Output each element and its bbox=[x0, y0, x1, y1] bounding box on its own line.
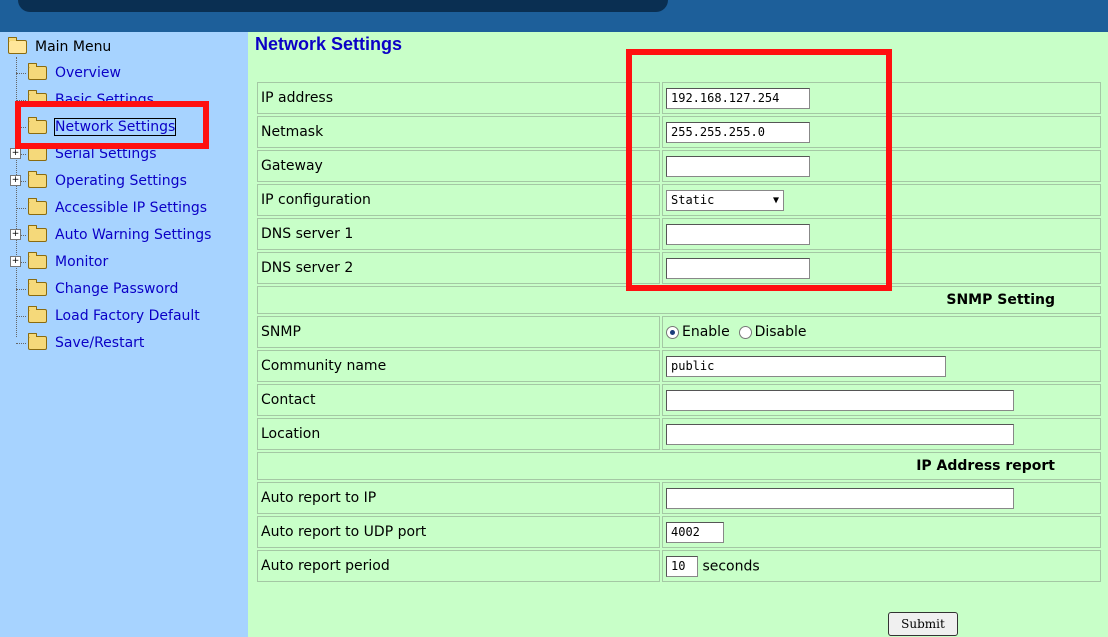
folder-icon bbox=[28, 144, 47, 161]
table-row: Auto report to UDP port bbox=[257, 516, 1101, 548]
ip-report-section-title: IP Address report bbox=[257, 452, 1101, 480]
community-input[interactable] bbox=[666, 355, 946, 377]
table-row: Community name bbox=[257, 350, 1101, 382]
gateway-input[interactable] bbox=[666, 155, 810, 177]
table-row: Gateway bbox=[257, 150, 1101, 182]
sidebar-item-accessible-ip[interactable]: Accessible IP Settings bbox=[16, 197, 207, 219]
folder-icon bbox=[28, 225, 47, 242]
table-row: Auto report to IP bbox=[257, 482, 1101, 514]
sidebar-item-save-restart[interactable]: Save/Restart bbox=[16, 332, 144, 354]
folder-icon bbox=[28, 333, 47, 350]
sidebar-item-operating-settings[interactable]: + Operating Settings bbox=[10, 170, 187, 192]
section-header: IP Address report bbox=[257, 452, 1101, 480]
radio-selected-icon bbox=[666, 325, 679, 339]
ip-config-select[interactable]: Static ▼ bbox=[666, 189, 784, 211]
banner-tab bbox=[18, 0, 668, 12]
snmp-enable-label: Enable bbox=[682, 324, 730, 340]
contact-label: Contact bbox=[257, 384, 660, 416]
sidebar-item-serial-settings[interactable]: + Serial Settings bbox=[10, 143, 157, 165]
snmp-disable-radio[interactable]: Disable bbox=[738, 324, 807, 340]
table-row: DNS server 2 bbox=[257, 252, 1101, 284]
settings-table: IP address Netmask Gateway IP configurat… bbox=[255, 80, 1103, 584]
gateway-label: Gateway bbox=[257, 150, 660, 182]
folder-icon bbox=[28, 279, 47, 296]
snmp-enable-radio[interactable]: Enable bbox=[666, 324, 730, 340]
auto-port-label: Auto report to UDP port bbox=[257, 516, 660, 548]
seconds-unit: seconds bbox=[702, 558, 760, 574]
location-label: Location bbox=[257, 418, 660, 450]
sidebar-item-auto-warning[interactable]: + Auto Warning Settings bbox=[10, 224, 211, 246]
netmask-label: Netmask bbox=[257, 116, 660, 148]
auto-period-label: Auto report period bbox=[257, 550, 660, 582]
table-row: Location bbox=[257, 418, 1101, 450]
table-row: DNS server 1 bbox=[257, 218, 1101, 250]
top-banner bbox=[0, 0, 1108, 32]
community-label: Community name bbox=[257, 350, 660, 382]
dns2-input[interactable] bbox=[666, 257, 810, 279]
ip-address-label: IP address bbox=[257, 82, 660, 114]
sidebar-item-monitor[interactable]: + Monitor bbox=[10, 251, 108, 273]
dns1-label: DNS server 1 bbox=[257, 218, 660, 250]
table-row: Netmask bbox=[257, 116, 1101, 148]
folder-icon bbox=[28, 90, 47, 107]
main-content: Network Settings IP address Netmask Gate… bbox=[248, 32, 1108, 637]
table-row: Auto report period seconds bbox=[257, 550, 1101, 582]
sidebar-item-load-factory-default[interactable]: Load Factory Default bbox=[16, 305, 200, 327]
dns1-input[interactable] bbox=[666, 223, 810, 245]
snmp-disable-label: Disable bbox=[754, 324, 807, 340]
expand-icon[interactable]: + bbox=[10, 175, 21, 186]
expand-icon[interactable]: + bbox=[10, 148, 21, 159]
open-folder-icon bbox=[8, 37, 27, 54]
table-row: IP address bbox=[257, 82, 1101, 114]
folder-icon bbox=[28, 252, 47, 269]
expand-icon[interactable]: + bbox=[10, 256, 21, 267]
ip-address-input[interactable] bbox=[666, 87, 810, 109]
snmp-label: SNMP bbox=[257, 316, 660, 348]
sidebar: Main Menu Overview Basic Settings Networ… bbox=[0, 32, 248, 637]
dropdown-arrow-icon: ▼ bbox=[772, 194, 779, 206]
auto-ip-label: Auto report to IP bbox=[257, 482, 660, 514]
page-title: Network Settings bbox=[255, 34, 403, 54]
radio-icon bbox=[738, 325, 752, 339]
auto-port-input[interactable] bbox=[666, 521, 724, 543]
ip-config-label: IP configuration bbox=[257, 184, 660, 216]
main-menu-root[interactable]: Main Menu bbox=[8, 37, 112, 55]
table-row: SNMP Enable Disable bbox=[257, 316, 1101, 348]
expand-icon[interactable]: + bbox=[10, 229, 21, 240]
sidebar-item-change-password[interactable]: Change Password bbox=[16, 278, 178, 300]
section-header: SNMP Setting bbox=[257, 286, 1101, 314]
auto-period-input[interactable] bbox=[666, 555, 698, 577]
ip-config-value: Static bbox=[671, 193, 715, 207]
folder-icon bbox=[28, 117, 47, 134]
folder-icon bbox=[28, 306, 47, 323]
folder-icon bbox=[28, 63, 47, 80]
table-row: IP configuration Static ▼ bbox=[257, 184, 1101, 216]
location-input[interactable] bbox=[666, 423, 1014, 445]
table-row: Contact bbox=[257, 384, 1101, 416]
main-menu-label: Main Menu bbox=[35, 39, 112, 55]
submit-button[interactable]: Submit bbox=[888, 612, 958, 636]
snmp-section-title: SNMP Setting bbox=[257, 286, 1101, 314]
sidebar-item-overview[interactable]: Overview bbox=[16, 62, 121, 84]
dns2-label: DNS server 2 bbox=[257, 252, 660, 284]
folder-icon bbox=[28, 198, 47, 215]
netmask-input[interactable] bbox=[666, 121, 810, 143]
folder-icon bbox=[28, 171, 47, 188]
auto-ip-input[interactable] bbox=[666, 487, 1014, 509]
sidebar-item-network-settings[interactable]: Network Settings bbox=[16, 116, 177, 138]
sidebar-item-basic-settings[interactable]: Basic Settings bbox=[16, 89, 154, 111]
contact-input[interactable] bbox=[666, 389, 1014, 411]
